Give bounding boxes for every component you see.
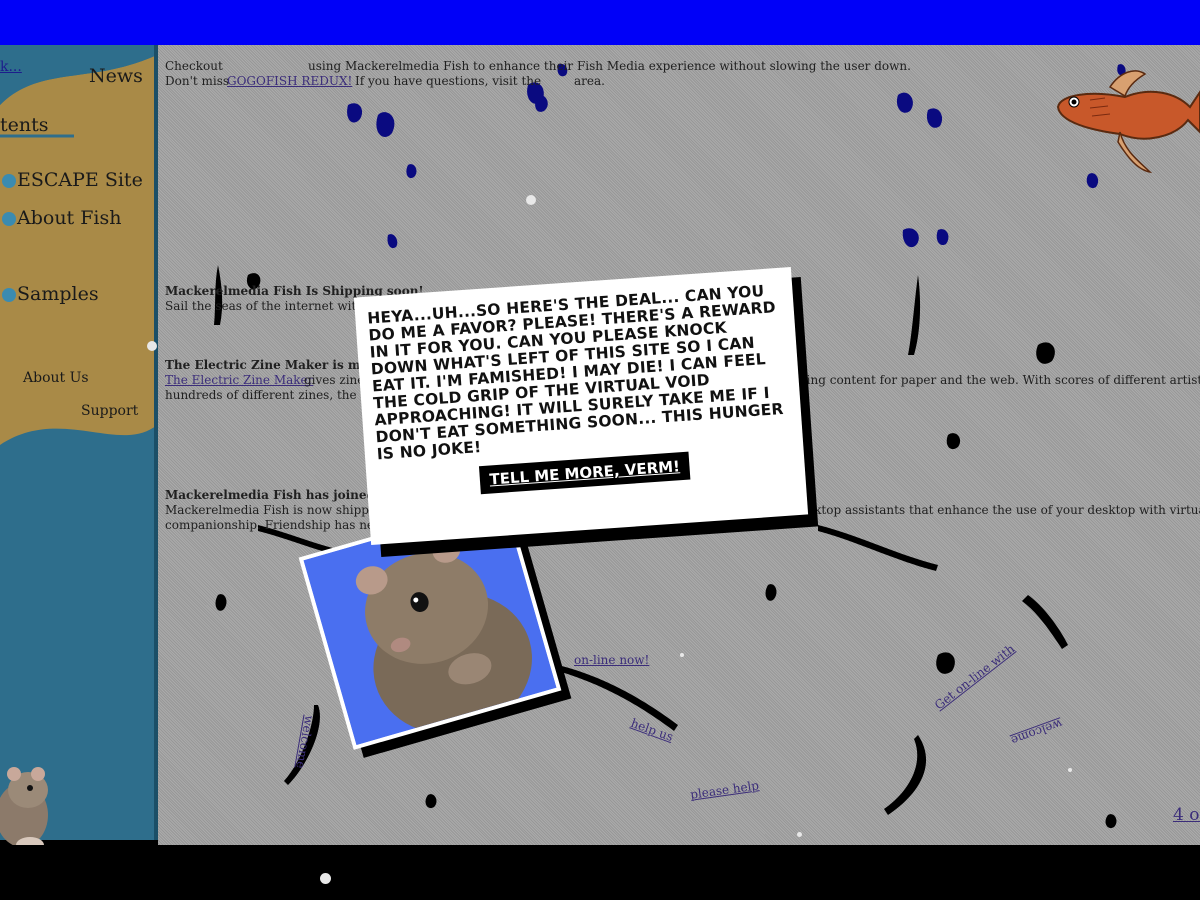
intro-line-2a: Don't miss	[165, 74, 230, 88]
dialog-message: Heya...uh...so here's the deal... can yo…	[366, 281, 785, 464]
news-item-2-title: The Electric Zine Maker is made	[165, 358, 385, 372]
bullet-icon	[2, 212, 16, 226]
sparkle	[526, 195, 536, 205]
sidebar-background	[0, 45, 157, 840]
sidebar-top-link[interactable]: k...	[0, 59, 22, 75]
sparkle	[320, 873, 331, 884]
bullet-icon	[2, 288, 16, 302]
sidebar: k... News tents ESCAPE Site About Fish S…	[0, 45, 157, 840]
news-label: News	[89, 65, 143, 87]
intro-line-1a: Checkout	[165, 59, 223, 73]
bullet-icon	[2, 174, 16, 188]
sidebar-item-label: ESCAPE Site	[17, 169, 143, 191]
sparkle	[797, 832, 802, 837]
contents-label: tents	[0, 114, 49, 136]
top-bar	[0, 0, 1200, 45]
verm-dialog: Heya...uh...so here's the deal... can yo…	[353, 267, 809, 545]
sidebar-item-label: About Fish	[17, 207, 122, 229]
news-item-3-title: Mackerelmedia Fish has joined the	[165, 488, 401, 502]
about-us-link[interactable]: About Us	[23, 370, 89, 386]
bottom-bar	[0, 845, 1200, 900]
support-link[interactable]: Support	[81, 403, 138, 419]
sparkle	[1068, 768, 1072, 772]
goldfish-icon	[1056, 70, 1200, 174]
intro-line-2b: If you have questions, visit the	[355, 74, 542, 88]
tell-me-more-button[interactable]: Tell me more, Verm!	[478, 451, 691, 495]
news-item-3-body-a: Mackerelmedia Fish is now shipping	[165, 503, 389, 517]
page-counter[interactable]: 4 of	[1173, 805, 1200, 825]
sparkle	[680, 653, 684, 657]
news-item-3-body-c: companionship. Friendship has never	[165, 518, 394, 532]
intro-line-1b: using Mackerelmedia Fish to enhance thei…	[308, 59, 911, 73]
news-item-3-body-b: sktop assistants that enhance the use of…	[808, 503, 1200, 517]
news-item-2-body-b: iting content for paper and the web. Wit…	[798, 373, 1200, 387]
news-item-2-body-c: hundreds of different zines, the use o	[165, 388, 393, 402]
electric-zine-maker-link[interactable]: The Electric Zine Maker	[165, 373, 313, 387]
sidebar-item-label: Samples	[17, 283, 99, 305]
intro-line-2c: area.	[574, 74, 605, 88]
gogofish-redux-link[interactable]: GOGOFISH REDUX!	[227, 74, 352, 88]
sparkle	[147, 341, 157, 351]
online-now-link[interactable]: on-line now!	[574, 653, 649, 667]
